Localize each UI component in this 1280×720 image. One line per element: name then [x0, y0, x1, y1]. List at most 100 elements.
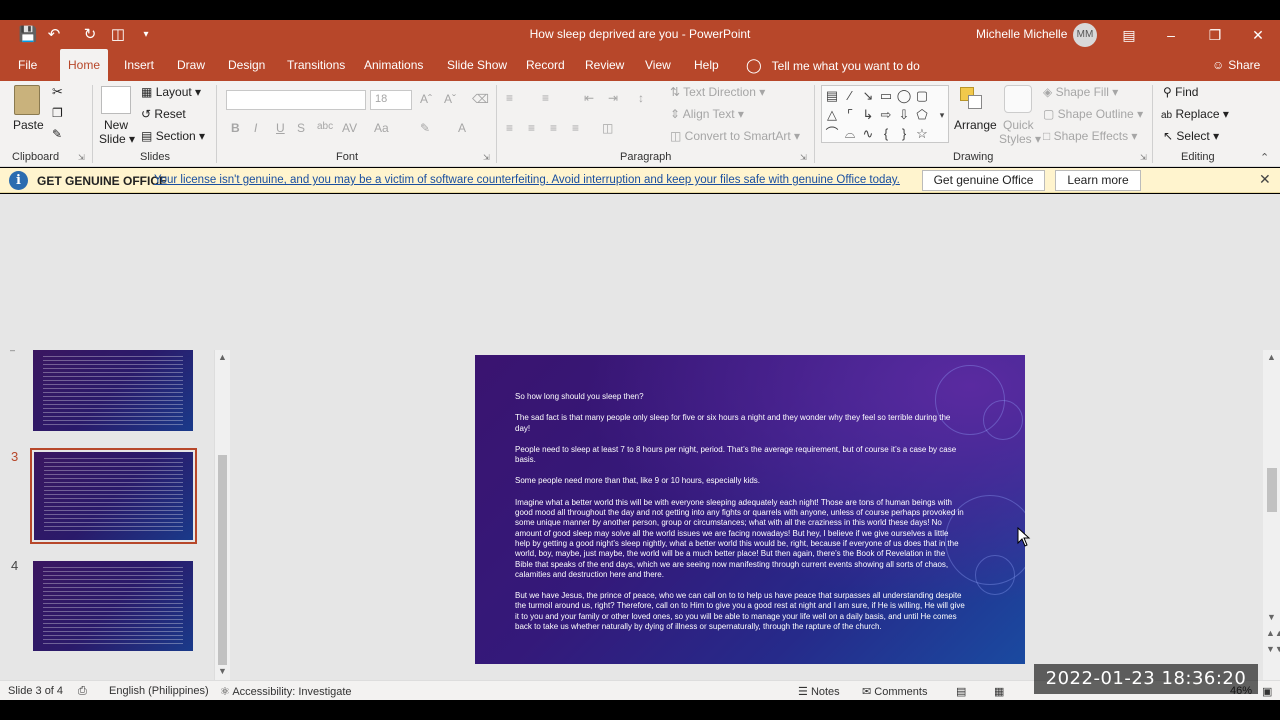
find-button[interactable]: ⚲ Find [1163, 85, 1198, 99]
accessibility-button[interactable]: ⚛ Accessibility: Investigate [220, 685, 352, 698]
current-slide[interactable]: So how long should you sleep then? The s… [475, 355, 1025, 664]
slide-thumbnail-3[interactable] [34, 452, 193, 540]
char-spacing-icon[interactable]: AV [342, 121, 357, 135]
arc-shape-icon[interactable]: ⌓ [842, 126, 858, 142]
select-button[interactable]: ↖ Select ▾ [1163, 129, 1219, 143]
tab-review[interactable]: Review [577, 49, 632, 81]
shapes-more-icon[interactable]: ▾ [934, 107, 950, 123]
reset-button[interactable]: ↺ Reset [141, 107, 186, 121]
tab-home[interactable]: Home [60, 49, 109, 81]
font-name-input[interactable] [226, 90, 366, 110]
shape-fill-button[interactable]: ◈ Shape Fill ▾ [1043, 85, 1118, 99]
normal-view-icon[interactable]: ▤ [956, 685, 966, 698]
scroll-up-arrow-icon[interactable]: ▲ [218, 352, 227, 362]
decrease-indent-icon[interactable]: ⇤ [584, 91, 594, 105]
right-brace-shape-icon[interactable]: } [896, 126, 912, 142]
paste-button[interactable] [14, 85, 42, 115]
elbow-connector-icon[interactable]: ⌜ [842, 107, 858, 123]
elbow-arrow-icon[interactable]: ↳ [860, 107, 876, 123]
share-button[interactable]: ☺ Share [1212, 49, 1260, 81]
underline-icon[interactable]: U [276, 121, 285, 135]
notes-button[interactable]: ☰ Notes [798, 685, 840, 698]
triangle-shape-icon[interactable]: △ [824, 107, 840, 123]
curve-shape-icon[interactable]: ⌒ [824, 126, 840, 142]
font-size-input[interactable]: 18 [370, 90, 412, 110]
language-indicator[interactable]: English (Philippines) [109, 685, 209, 697]
new-slide-icon[interactable] [101, 86, 131, 114]
previous-slide-icon[interactable]: ▲▲ [1266, 628, 1280, 638]
user-name[interactable]: Michelle Michelle [976, 27, 1067, 41]
tab-slide-show[interactable]: Slide Show [439, 49, 515, 81]
license-message-link[interactable]: Your license isn't genuine, and you may … [154, 174, 900, 186]
align-left-icon[interactable]: ≡ [506, 121, 513, 135]
comments-button[interactable]: ✉ Comments [862, 685, 927, 698]
shapes-gallery[interactable]: ▤ ∕ ↘ ▭ ◯ ▢ △ ⌜ ↳ ⇨ ⇩ ⬠ ⌒ ⌓ ∿ { } ☆ ▾ [821, 85, 949, 143]
right-arrow-shape-icon[interactable]: ⇨ [878, 107, 894, 123]
line-spacing-icon[interactable]: ↕ [638, 91, 644, 105]
tab-animations[interactable]: Animations [356, 49, 431, 81]
fit-to-window-icon[interactable]: ▣ [1262, 685, 1272, 698]
italic-icon[interactable]: I [254, 121, 257, 135]
avatar[interactable]: MM [1073, 23, 1097, 47]
align-text-button[interactable]: ⇕ Align Text ▾ [670, 107, 744, 121]
drawing-launcher-icon[interactable]: ⇲ [1140, 153, 1147, 162]
clipboard-launcher-icon[interactable]: ⇲ [78, 153, 85, 162]
close-icon[interactable]: ✕ [1247, 24, 1269, 46]
slide-thumbnail-2[interactable] [33, 350, 193, 431]
change-case-icon[interactable]: Aa [374, 121, 389, 135]
paragraph-launcher-icon[interactable]: ⇲ [800, 153, 807, 162]
numbering-icon[interactable]: ≡ [542, 91, 549, 105]
copy-icon[interactable]: ❐ [52, 106, 63, 120]
tab-file[interactable]: File [10, 49, 45, 81]
shrink-font-icon[interactable]: Aˇ [444, 92, 456, 106]
grow-font-icon[interactable]: Aˆ [420, 92, 432, 106]
justify-icon[interactable]: ≡ [572, 121, 579, 135]
slide-text-box[interactable]: So how long should you sleep then? The s… [515, 392, 965, 643]
tab-transitions[interactable]: Transitions [279, 49, 353, 81]
get-genuine-office-button[interactable]: Get genuine Office [922, 170, 1045, 191]
arrow-line-shape-icon[interactable]: ↘ [860, 88, 876, 104]
scroll-up-arrow-icon[interactable]: ▲ [1267, 352, 1276, 362]
learn-more-button[interactable]: Learn more [1055, 170, 1141, 191]
oval-shape-icon[interactable]: ◯ [896, 88, 912, 104]
pentagon-shape-icon[interactable]: ⬠ [914, 107, 930, 123]
shadow-icon[interactable]: S [297, 121, 305, 135]
scroll-down-arrow-icon[interactable]: ▼ [1267, 612, 1276, 622]
arrange-icon[interactable] [958, 85, 986, 113]
convert-smartart-button[interactable]: ◫ Convert to SmartArt ▾ [670, 129, 800, 143]
tab-view[interactable]: View [637, 49, 679, 81]
bold-icon[interactable]: B [231, 121, 240, 135]
font-launcher-icon[interactable]: ⇲ [483, 153, 490, 162]
text-direction-button[interactable]: ⇅ Text Direction ▾ [670, 85, 765, 99]
thumbnail-scrollbar[interactable]: ▲ ▼ [214, 350, 230, 680]
shape-effects-button[interactable]: □ Shape Effects ▾ [1043, 129, 1137, 143]
tab-design[interactable]: Design [220, 49, 273, 81]
columns-icon[interactable]: ◫ [602, 121, 613, 135]
tab-help[interactable]: Help [686, 49, 727, 81]
align-center-icon[interactable]: ≡ [528, 121, 535, 135]
format-painter-icon[interactable]: ✎ [52, 127, 62, 141]
star-shape-icon[interactable]: ☆ [914, 126, 930, 142]
slide-sorter-icon[interactable]: ▦ [994, 685, 1004, 698]
ribbon-display-icon[interactable]: ▤ [1118, 24, 1140, 46]
minimize-icon[interactable]: – [1160, 24, 1182, 46]
tab-draw[interactable]: Draw [169, 49, 213, 81]
cut-icon[interactable]: ✂ [52, 84, 63, 100]
tab-record[interactable]: Record [518, 49, 573, 81]
slide-scrollbar[interactable]: ▲ ▼ ▲▲ ▼▼ [1263, 350, 1280, 680]
rectangle-shape-icon[interactable]: ▭ [878, 88, 894, 104]
shape-outline-button[interactable]: ▢ Shape Outline ▾ [1043, 107, 1143, 121]
tell-me-search[interactable]: ◯ Tell me what you want to do [746, 49, 920, 81]
restore-icon[interactable]: ❐ [1204, 24, 1226, 46]
strikethrough-icon[interactable]: abc [317, 121, 333, 132]
spelling-icon[interactable]: ⎙ [78, 685, 87, 698]
text-box-shape-icon[interactable]: ▤ [824, 88, 840, 104]
align-right-icon[interactable]: ≡ [550, 121, 557, 135]
collapse-ribbon-icon[interactable]: ⌃ [1260, 151, 1269, 164]
bullets-icon[interactable]: ≡ [506, 91, 513, 105]
quick-styles-icon[interactable] [1004, 85, 1032, 113]
scrollbar-thumb[interactable] [218, 455, 227, 665]
close-icon[interactable]: ✕ [1259, 171, 1271, 188]
down-arrow-shape-icon[interactable]: ⇩ [896, 107, 912, 123]
replace-button[interactable]: ab Replace ▾ [1161, 107, 1229, 121]
